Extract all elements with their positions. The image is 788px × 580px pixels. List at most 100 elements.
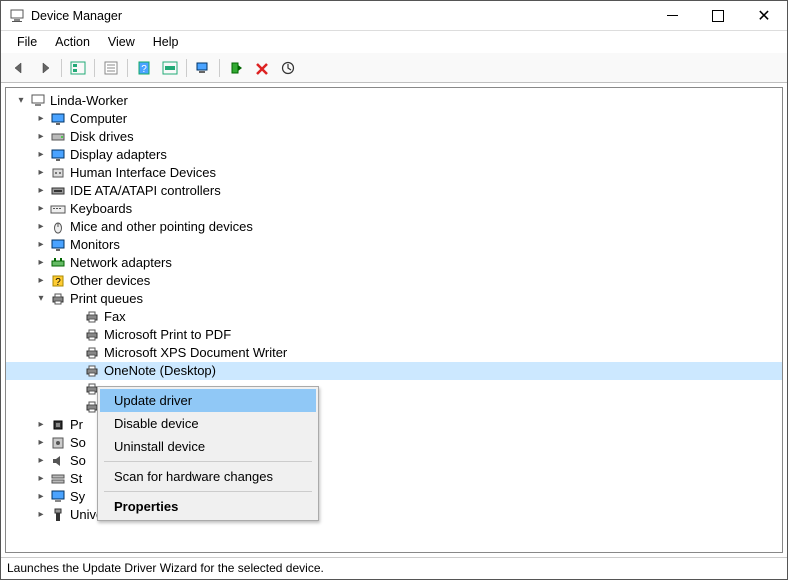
nav-forward-button[interactable] <box>33 56 57 80</box>
tree-item-label: Computer <box>70 110 127 128</box>
menu-action[interactable]: Action <box>47 33 98 51</box>
tree-item-label: Pr <box>70 416 83 434</box>
tree-category[interactable]: ▸ Keyboards <box>6 200 782 218</box>
properties-toolbar-button[interactable] <box>99 56 123 80</box>
tree-category[interactable]: ▸ Display adapters <box>6 146 782 164</box>
toolbar-sep <box>127 59 128 77</box>
toolbar: ? <box>1 53 787 83</box>
chevron-right-icon[interactable]: ▸ <box>34 238 48 252</box>
status-text: Launches the Update Driver Wizard for th… <box>7 561 324 575</box>
titlebar: Device Manager ✕ <box>1 1 787 31</box>
chevron-right-icon[interactable]: ▸ <box>34 454 48 468</box>
chevron-right-icon[interactable]: ▸ <box>34 418 48 432</box>
tree-item-label: Fax <box>104 308 126 326</box>
tree-device[interactable]: Microsoft XPS Document Writer <box>6 344 782 362</box>
toolbar-sep <box>219 59 220 77</box>
tree-item-label: Print queues <box>70 290 143 308</box>
window-title: Device Manager <box>31 9 649 23</box>
tree-item-label: Human Interface Devices <box>70 164 216 182</box>
tree-category[interactable]: ▸ Network adapters <box>6 254 782 272</box>
close-button[interactable]: ✕ <box>741 1 787 30</box>
ctx-disable-device[interactable]: Disable device <box>100 412 316 435</box>
tree-item-label: Linda-Worker <box>50 92 128 110</box>
chevron-right-icon[interactable]: ▸ <box>34 184 48 198</box>
ctx-separator <box>104 491 312 492</box>
show-hide-tree-button[interactable] <box>66 56 90 80</box>
disk-icon <box>50 129 66 145</box>
network-icon <box>50 255 66 271</box>
tree-item-label: Network adapters <box>70 254 172 272</box>
ctx-properties[interactable]: Properties <box>100 495 316 518</box>
enable-device-button[interactable] <box>224 56 248 80</box>
ctx-update-driver[interactable]: Update driver <box>100 389 316 412</box>
help-toolbar-button[interactable]: ? <box>132 56 156 80</box>
tree-category[interactable]: ▾ Print queues <box>6 290 782 308</box>
chevron-right-icon[interactable]: ▸ <box>34 130 48 144</box>
chevron-down-icon[interactable]: ▾ <box>34 292 48 306</box>
update-driver-button[interactable] <box>276 56 300 80</box>
pc-icon <box>30 93 46 109</box>
menu-help[interactable]: Help <box>145 33 187 51</box>
tree-category[interactable]: ▸Monitors <box>6 236 782 254</box>
chevron-right-icon[interactable]: ▸ <box>34 436 48 450</box>
hid-icon <box>50 165 66 181</box>
chevron-right-icon[interactable]: ▸ <box>34 112 48 126</box>
tree-root[interactable]: ▾ Linda-Worker <box>6 92 782 110</box>
ctx-scan-hardware[interactable]: Scan for hardware changes <box>100 465 316 488</box>
tree-category[interactable]: ▸ Human Interface Devices <box>6 164 782 182</box>
tree-item-label: Display adapters <box>70 146 167 164</box>
tree-item-label: Other devices <box>70 272 150 290</box>
nav-back-button[interactable] <box>7 56 31 80</box>
tree-category[interactable]: ▸IDE ATA/ATAPI controllers <box>6 182 782 200</box>
chevron-right-icon[interactable]: ▸ <box>34 166 48 180</box>
ctx-uninstall-device[interactable]: Uninstall device <box>100 435 316 458</box>
menu-view[interactable]: View <box>100 33 143 51</box>
tree-item-label: Mice and other pointing devices <box>70 218 253 236</box>
tree-item-label: Sy <box>70 488 85 506</box>
monitor-icon <box>50 111 66 127</box>
monitor-icon <box>50 147 66 163</box>
maximize-button[interactable] <box>695 1 741 30</box>
chevron-right-icon[interactable]: ▸ <box>34 508 48 522</box>
scan-hardware-button[interactable] <box>191 56 215 80</box>
uninstall-device-button[interactable] <box>250 56 274 80</box>
tree-device[interactable]: Fax <box>6 308 782 326</box>
cpu-icon <box>50 417 66 433</box>
tree-view[interactable]: ▾Linda-Worker▸Computer▸Disk drives▸Displ… <box>5 87 783 553</box>
toolbar-sep <box>186 59 187 77</box>
toolbar-sep <box>61 59 62 77</box>
tree-category[interactable]: ▸ Disk drives <box>6 128 782 146</box>
action-toolbar-button[interactable] <box>158 56 182 80</box>
svg-text:?: ? <box>55 277 61 288</box>
tree-item-label: Keyboards <box>70 200 132 218</box>
chevron-right-icon[interactable]: ▸ <box>34 274 48 288</box>
tree-category[interactable]: ▸? Other devices <box>6 272 782 290</box>
menu-file[interactable]: File <box>9 33 45 51</box>
chevron-right-icon[interactable]: ▸ <box>34 220 48 234</box>
tree-device[interactable]: OneNote (Desktop) <box>6 362 782 380</box>
tree-item-label: Disk drives <box>70 128 134 146</box>
printer-icon <box>84 363 100 379</box>
tree-item-label: St <box>70 470 82 488</box>
svg-text:?: ? <box>141 64 147 75</box>
chevron-down-icon[interactable]: ▾ <box>14 94 28 108</box>
ide-icon <box>50 183 66 199</box>
tree-item-label: Microsoft XPS Document Writer <box>104 344 287 362</box>
chevron-right-icon[interactable]: ▸ <box>34 256 48 270</box>
printer-icon <box>84 345 100 361</box>
menubar: File Action View Help <box>1 31 787 53</box>
toolbar-sep <box>94 59 95 77</box>
context-menu: Update driver Disable device Uninstall d… <box>97 386 319 521</box>
keyboard-icon <box>50 201 66 217</box>
tree-device[interactable]: Microsoft Print to PDF <box>6 326 782 344</box>
tree-item-label: So <box>70 452 86 470</box>
minimize-button[interactable] <box>649 1 695 30</box>
chevron-right-icon[interactable]: ▸ <box>34 490 48 504</box>
storage-icon <box>50 471 66 487</box>
chevron-right-icon[interactable]: ▸ <box>34 202 48 216</box>
tree-category[interactable]: ▸ Computer <box>6 110 782 128</box>
app-icon <box>9 8 25 24</box>
tree-category[interactable]: ▸ Mice and other pointing devices <box>6 218 782 236</box>
chevron-right-icon[interactable]: ▸ <box>34 472 48 486</box>
chevron-right-icon[interactable]: ▸ <box>34 148 48 162</box>
